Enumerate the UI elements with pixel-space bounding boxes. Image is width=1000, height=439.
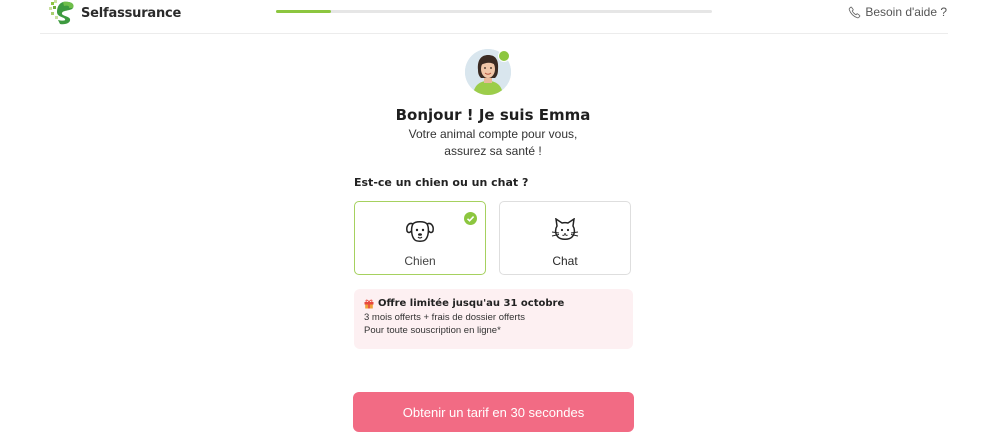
greeting-title: Bonjour ! Je suis Emma [395, 106, 591, 124]
logo[interactable]: Selfassurance [49, 0, 181, 26]
progress-fill [276, 10, 331, 13]
option-chat[interactable]: Chat [499, 201, 631, 275]
promo-line-1: 3 mois offerts + frais de dossier offert… [364, 312, 525, 323]
option-chien[interactable]: Chien [354, 201, 486, 275]
header: Selfassurance Besoin d'aide ? [0, 0, 1000, 34]
greeting-subtitle-line1: Votre animal compte pour vous, [408, 127, 578, 141]
logo-text: Selfassurance [81, 5, 182, 21]
get-quote-button[interactable]: Obtenir un tarif en 30 secondes [353, 392, 634, 432]
check-icon [464, 212, 477, 225]
online-status-dot [498, 50, 510, 62]
phone-icon [849, 6, 861, 18]
help-link[interactable]: Besoin d'aide ? [848, 5, 947, 19]
greeting-subtitle-line2: assurez sa santé ! [444, 144, 542, 158]
cat-icon [551, 218, 579, 240]
promo-line-2: Pour toute souscription en ligne* [364, 325, 501, 336]
gift-icon [364, 299, 374, 308]
assistant-avatar [465, 49, 511, 95]
promo-title-row: Offre limitée jusqu'au 31 octobre [364, 298, 623, 309]
option-chat-label: Chat [552, 254, 578, 268]
pet-type-question: Est-ce un chien ou un chat ? [354, 176, 529, 189]
progress-bar [276, 10, 712, 13]
logo-icon [49, 0, 74, 25]
promo-title: Offre limitée jusqu'au 31 octobre [378, 298, 565, 309]
option-chien-label: Chien [404, 254, 436, 268]
help-label: Besoin d'aide ? [865, 5, 947, 19]
dog-icon [406, 221, 434, 242]
promo-banner: Offre limitée jusqu'au 31 octobre 3 mois… [354, 289, 633, 349]
header-divider [40, 33, 948, 34]
